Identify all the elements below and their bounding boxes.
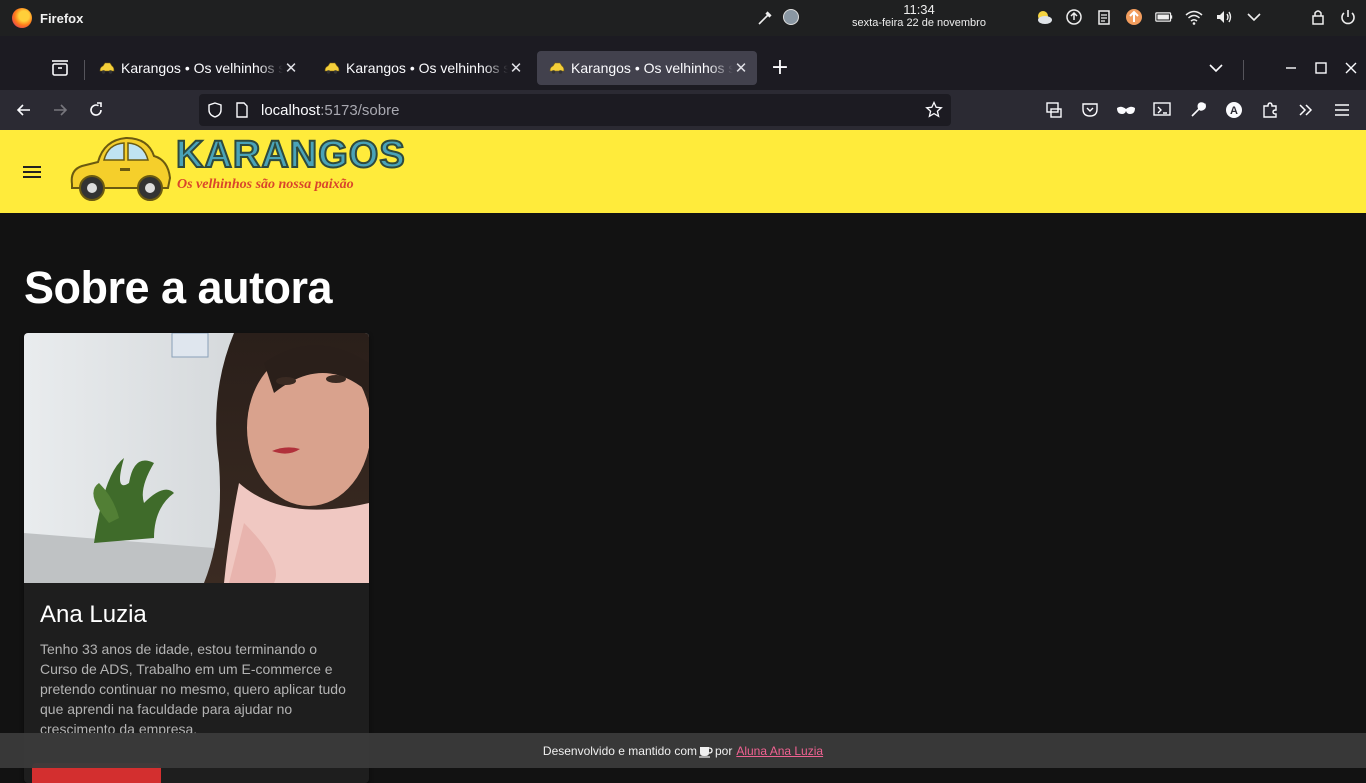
private-mask-icon[interactable] [1116, 100, 1136, 120]
karangos-logo[interactable]: KARANGOS Os velhinhos são nossa paixão [68, 133, 406, 204]
pocket-icon[interactable] [1080, 100, 1100, 120]
app-menu-icon[interactable] [20, 160, 44, 184]
author-card: Ana Luzia Tenho 33 anos de idade, estou … [24, 333, 369, 783]
tab-2[interactable]: Karangos • Os velhinhos são nossa paixão… [312, 51, 532, 85]
back-arrow-icon[interactable] [14, 100, 34, 120]
tab-title: Karangos • Os velhinhos são nossa paixão [346, 60, 508, 76]
tab-separator [1243, 60, 1244, 80]
close-tab-icon[interactable]: ✕ [283, 60, 299, 76]
screenshot-extension-icon[interactable] [1044, 100, 1064, 120]
car-favicon-icon [324, 62, 340, 74]
author-link[interactable]: Aluna Ana Luzia [736, 744, 823, 758]
clock[interactable]: 11:34 sexta-feira 22 de novembro [840, 3, 998, 29]
author-name: Ana Luzia [40, 601, 147, 628]
power-icon[interactable] [1338, 7, 1358, 27]
page-info-icon[interactable] [235, 102, 249, 118]
svg-text:A: A [1230, 105, 1238, 117]
upgrade-icon[interactable] [1124, 7, 1144, 27]
volume-icon[interactable] [1214, 7, 1234, 27]
tab-title: Karangos • Os velhinhos são nossa paixão [571, 60, 733, 76]
extensions-puzzle-icon[interactable] [1260, 100, 1280, 120]
hamburger-menu-icon[interactable] [1332, 100, 1352, 120]
forward-arrow-icon[interactable] [50, 100, 70, 120]
minimize-icon[interactable] [1281, 58, 1301, 78]
tab-3-active[interactable]: Karangos • Os velhinhos são nossa paixão… [537, 51, 757, 85]
weather-icon[interactable] [1034, 7, 1054, 27]
clock-time: 11:34 [903, 2, 935, 17]
wifi-icon[interactable] [1184, 7, 1204, 27]
color-picker-icon[interactable] [756, 9, 774, 27]
system-tray [1034, 7, 1358, 27]
author-photo [24, 333, 369, 583]
tab-1[interactable]: Karangos • Os velhinhos são nossa paixão… [87, 51, 307, 85]
page-title: Sobre a autora [24, 262, 333, 313]
new-tab-button[interactable]: + [769, 57, 791, 79]
car-favicon-icon [99, 62, 115, 74]
author-bio: Tenho 33 anos de idade, estou terminando… [40, 641, 346, 737]
battery-icon[interactable] [1154, 7, 1174, 27]
car-favicon-icon [549, 62, 565, 74]
color-indicator-icon[interactable] [783, 9, 799, 25]
list-all-tabs-chevron-icon[interactable] [1206, 60, 1226, 76]
firefox-icon [12, 8, 32, 28]
yellow-car-logo-icon [70, 136, 172, 201]
tab-separator [84, 60, 85, 80]
tab-list-icon[interactable] [48, 56, 72, 80]
footer: Desenvolvido e mantido com por Aluna Ana… [0, 733, 1366, 768]
address-bar[interactable]: localhost:5173/sobre [199, 94, 951, 126]
active-app-name: Firefox [40, 10, 84, 26]
brand-tagline: Os velhinhos são nossa paixão [177, 177, 354, 192]
tab-title: Karangos • Os velhinhos são nossa paixão [121, 60, 283, 76]
coffee-cup-icon [698, 746, 713, 758]
close-tab-icon[interactable]: ✕ [733, 60, 749, 76]
close-window-icon[interactable] [1341, 58, 1361, 78]
maximize-icon[interactable] [1311, 58, 1331, 78]
overflow-chevrons-icon[interactable] [1296, 100, 1316, 120]
lock-screen-icon[interactable] [1308, 7, 1328, 27]
footer-by: por [714, 743, 733, 758]
url-path: :5173/sobre [320, 101, 400, 119]
clock-date: sexta-feira 22 de novembro [852, 17, 986, 29]
developer-tools-icon[interactable] [1152, 100, 1172, 120]
tracking-protection-shield-icon[interactable] [207, 102, 223, 118]
bookmark-star-icon[interactable] [925, 101, 943, 119]
close-tab-icon[interactable]: ✕ [508, 60, 524, 76]
footer-text: Desenvolvido e mantido com [542, 743, 697, 758]
wrench-icon[interactable] [1188, 100, 1208, 120]
reload-icon[interactable] [86, 100, 106, 120]
update-icon[interactable] [1064, 7, 1084, 27]
brand-name: KARANGOS [175, 133, 406, 177]
system-panel: Firefox 11:34 sexta-feira 22 de novembro [0, 0, 1366, 36]
url-text: localhost:5173/sobre [261, 102, 399, 119]
url-host: localhost [261, 101, 321, 119]
tray-expand-chevron-icon[interactable] [1244, 7, 1264, 27]
account-avatar-icon[interactable]: A [1224, 100, 1244, 120]
clipboard-icon[interactable] [1094, 7, 1114, 27]
active-app[interactable]: Firefox [12, 8, 83, 28]
